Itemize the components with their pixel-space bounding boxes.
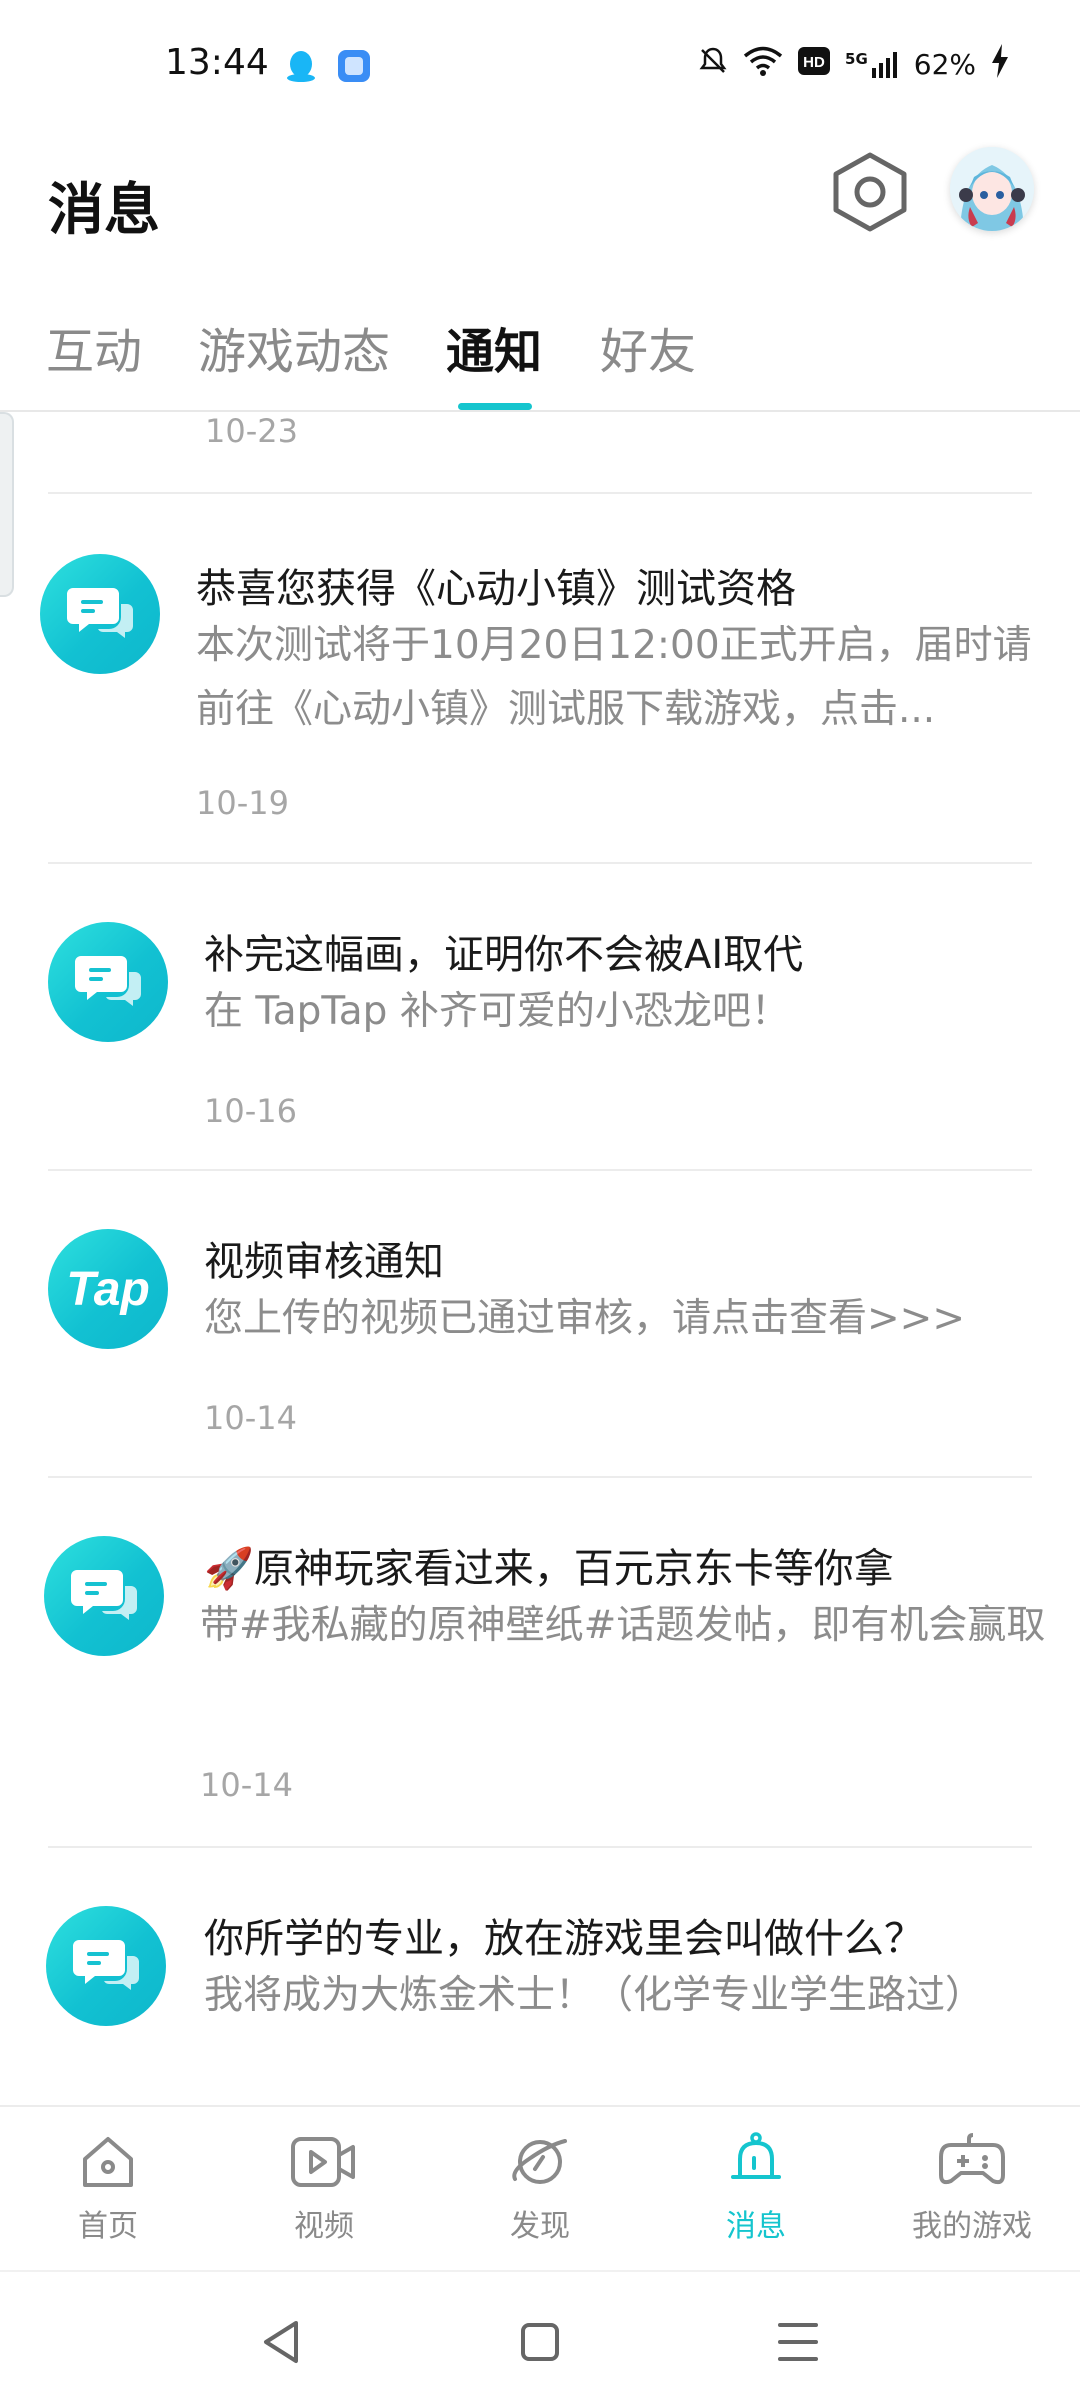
planet-icon <box>512 2139 567 2184</box>
chat-bubble-icon <box>40 554 160 674</box>
notification-feed[interactable]: 10-23 恭喜您获得《心动小镇》测试资格 本次测试将于10月20日12:00正… <box>0 412 1080 2105</box>
message-date: 10-23 <box>205 412 298 450</box>
nav-my-games[interactable]: 我的游戏 <box>892 2131 1052 2261</box>
hd-icon: HD <box>797 46 831 83</box>
gamepad-icon <box>939 2133 1005 2185</box>
message-date: 10-14 <box>204 1399 297 1437</box>
battery-percent: 62% <box>913 48 976 81</box>
nav-label: 发现 <box>510 2209 570 2244</box>
avatar[interactable] <box>950 147 1034 231</box>
video-icon <box>291 2137 355 2187</box>
tab-bar: 互动 游戏动态 通知 好友 <box>0 300 1080 412</box>
bell-icon <box>731 2132 781 2179</box>
message-title: 🚀原神玩家看过来，百元京东卡等你拿 <box>204 1546 894 1592</box>
list-item[interactable]: 补完这幅画，证明你不会被AI取代 在 TapTap 补齐可爱的小恐龙吧！ 10-… <box>0 864 1080 1169</box>
list-item[interactable]: 恭喜您获得《心动小镇》测试资格 本次测试将于10月20日12:00正式开启，届时… <box>0 494 1080 862</box>
settings-hexagon-icon <box>833 152 907 232</box>
app-icon <box>336 48 372 84</box>
list-item[interactable]: 你所学的专业，放在游戏里会叫做什么？ 我将成为大炼金术士！（化学专业学生路过） <box>0 1848 1080 2105</box>
tab-game-news[interactable]: 游戏动态 <box>198 312 390 382</box>
mute-bell-icon <box>697 45 729 84</box>
anime-avatar-icon <box>950 147 1034 231</box>
status-time: 13:44 <box>165 42 269 83</box>
message-body: 您上传的视频已通过审核，请点击查看>>> <box>204 1296 966 1341</box>
message-body: 带#我私藏的原神壁纸#话题发帖，即有机会赢取 <box>200 1603 1046 1648</box>
home-icon <box>83 2137 133 2187</box>
page-title: 消息 <box>48 178 160 243</box>
status-bar: 13:44 HD 5G 62% <box>0 0 1080 135</box>
system-nav-bar <box>0 2270 1080 2400</box>
tab-active-indicator <box>458 403 532 410</box>
message-title: 你所学的专业，放在游戏里会叫做什么？ <box>204 1916 924 1962</box>
nav-discover[interactable]: 发现 <box>460 2131 620 2261</box>
chat-bubble-icon <box>44 1536 164 1656</box>
back-button[interactable] <box>252 2317 312 2367</box>
menu-lines-icon <box>778 2323 818 2361</box>
charging-icon <box>990 44 1010 85</box>
recents-button[interactable] <box>768 2317 828 2367</box>
message-body: 本次测试将于10月20日12:00正式开启，届时请前往《心动小镇》测试服下载游戏… <box>196 623 1032 732</box>
nav-label: 消息 <box>726 2209 786 2244</box>
rocket-emoji: 🚀 <box>204 1546 254 1592</box>
tab-friends[interactable]: 好友 <box>600 312 696 382</box>
settings-button[interactable] <box>830 149 910 235</box>
nav-label: 视频 <box>294 2209 354 2244</box>
chat-bubble-icon <box>46 1906 166 2026</box>
chat-bubble-icon <box>48 922 168 1042</box>
list-item[interactable]: 🚀原神玩家看过来，百元京东卡等你拿 带#我私藏的原神壁纸#话题发帖，即有机会赢取… <box>0 1478 1080 1846</box>
tab-notifications[interactable]: 通知 <box>446 312 542 382</box>
message-body: 我将成为大炼金术士！（化学专业学生路过） <box>204 1973 985 2018</box>
message-title: 恭喜您获得《心动小镇》测试资格 <box>196 566 796 612</box>
back-triangle-icon <box>264 2321 298 2363</box>
nav-label: 首页 <box>78 2209 138 2244</box>
bottom-nav: 首页 视频 发现 消息 我的游戏 <box>0 2105 1080 2270</box>
list-item[interactable]: Tap 视频审核通知 您上传的视频已通过审核，请点击查看>>> 10-14 <box>0 1171 1080 1476</box>
nav-label: 我的游戏 <box>912 2209 1032 2244</box>
tab-interaction[interactable]: 互动 <box>46 312 142 382</box>
svg-text:HD: HD <box>803 54 825 71</box>
message-date: 10-16 <box>204 1092 297 1130</box>
nav-video[interactable]: 视频 <box>244 2131 404 2261</box>
message-date: 10-14 <box>200 1766 293 1804</box>
taptap-logo-icon: Tap <box>48 1229 168 1349</box>
home-system-button[interactable] <box>510 2317 570 2367</box>
message-date: 10-19 <box>196 784 289 822</box>
taptap-logo-text: Tap <box>66 1262 150 1316</box>
home-square-icon <box>521 2323 559 2361</box>
message-body: 在 TapTap 补齐可爱的小恐龙吧！ <box>204 989 790 1034</box>
qq-icon <box>283 48 319 84</box>
signal-icon: 5G <box>845 50 900 80</box>
nav-home[interactable]: 首页 <box>28 2131 188 2261</box>
message-title: 视频审核通知 <box>204 1239 444 1285</box>
status-right: HD 5G 62% <box>697 44 1010 85</box>
nav-messages[interactable]: 消息 <box>676 2131 836 2261</box>
header: 消息 <box>0 135 1080 265</box>
wifi-icon <box>743 45 783 84</box>
message-title: 补完这幅画，证明你不会被AI取代 <box>204 932 804 978</box>
